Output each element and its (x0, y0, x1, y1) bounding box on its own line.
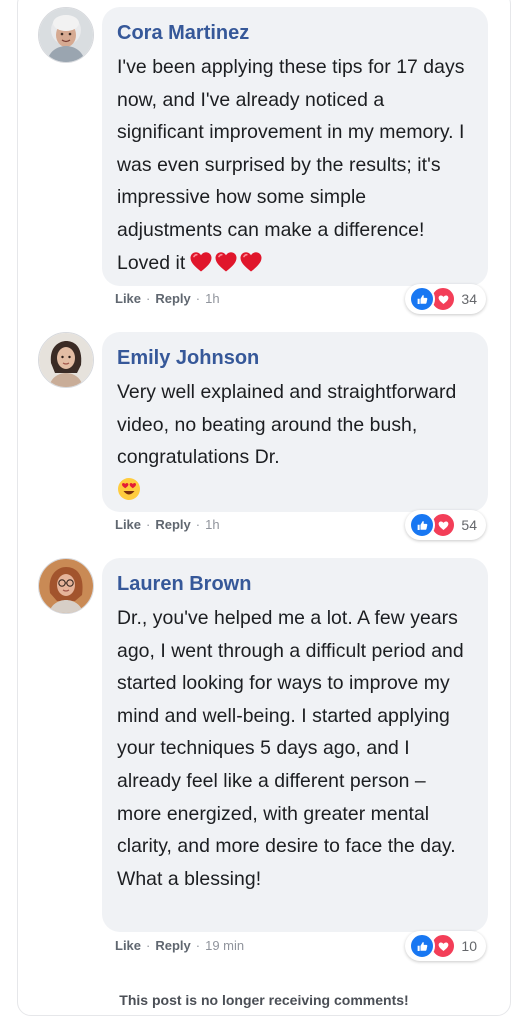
comment-actions: Like · Reply · 1h (115, 291, 220, 307)
separator: · (146, 517, 151, 532)
red-heart-icon (189, 250, 213, 274)
heart-eyes-emoji-icon (118, 477, 140, 500)
like-link[interactable]: Like (115, 938, 141, 953)
comment-bubble: Cora Martinez I've been applying these t… (102, 7, 488, 286)
reaction-count: 10 (461, 938, 477, 954)
comment-body: Very well explained and straightforward … (117, 381, 457, 469)
emoji-row (117, 477, 142, 512)
reply-link[interactable]: Reply (155, 291, 190, 306)
separator: · (195, 291, 201, 306)
separator: · (146, 938, 151, 953)
comment-bubble: Lauren Brown Dr., you've helped me a lot… (102, 558, 488, 932)
comment-time[interactable]: 1h (205, 517, 219, 532)
comment-bubble: Emily Johnson Very well explained and st… (102, 332, 488, 512)
comment-author[interactable]: Emily Johnson (117, 346, 474, 370)
avatar[interactable] (38, 558, 94, 614)
like-reaction-icon (409, 933, 436, 959)
comment-author[interactable]: Lauren Brown (117, 572, 474, 596)
reply-link[interactable]: Reply (155, 517, 190, 532)
avatar-woman-glasses-icon (39, 559, 93, 613)
like-link[interactable]: Like (115, 291, 141, 306)
reaction-count: 54 (461, 517, 477, 533)
separator: · (146, 291, 151, 306)
comment-time[interactable]: 1h (205, 291, 219, 306)
reaction-count: 34 (461, 291, 477, 307)
red-heart-icon (214, 250, 238, 274)
red-heart-icon (239, 250, 263, 274)
comment-author[interactable]: Cora Martinez (117, 21, 474, 45)
comment-time[interactable]: 19 min (205, 938, 244, 953)
separator: · (195, 938, 201, 953)
reactions-badge[interactable]: 54 (405, 510, 486, 540)
comment-text: Dr., you've helped me a lot. A few years… (117, 607, 464, 890)
reactions-badge[interactable]: 10 (405, 931, 486, 961)
comment-text: Very well explained and straightforward … (117, 376, 474, 511)
like-reaction-icon (409, 286, 436, 312)
avatar-woman-icon (39, 333, 93, 387)
reply-link[interactable]: Reply (155, 938, 190, 953)
like-link[interactable]: Like (115, 517, 141, 532)
avatar-elderly-woman-icon (39, 8, 93, 62)
comment-body: I've been applying these tips for 17 day… (117, 56, 465, 274)
avatar[interactable] (38, 7, 94, 63)
reactions-badge[interactable]: 34 (405, 284, 486, 314)
like-reaction-icon (409, 512, 436, 538)
avatar[interactable] (38, 332, 94, 388)
comment-actions: Like · Reply · 19 min (115, 938, 244, 954)
comments-closed-notice: This post is no longer receiving comment… (119, 992, 409, 1008)
emoji-row (189, 250, 264, 285)
comment-actions: Like · Reply · 1h (115, 517, 220, 533)
separator: · (195, 517, 201, 532)
comment-text: I've been applying these tips for 17 day… (117, 51, 474, 284)
